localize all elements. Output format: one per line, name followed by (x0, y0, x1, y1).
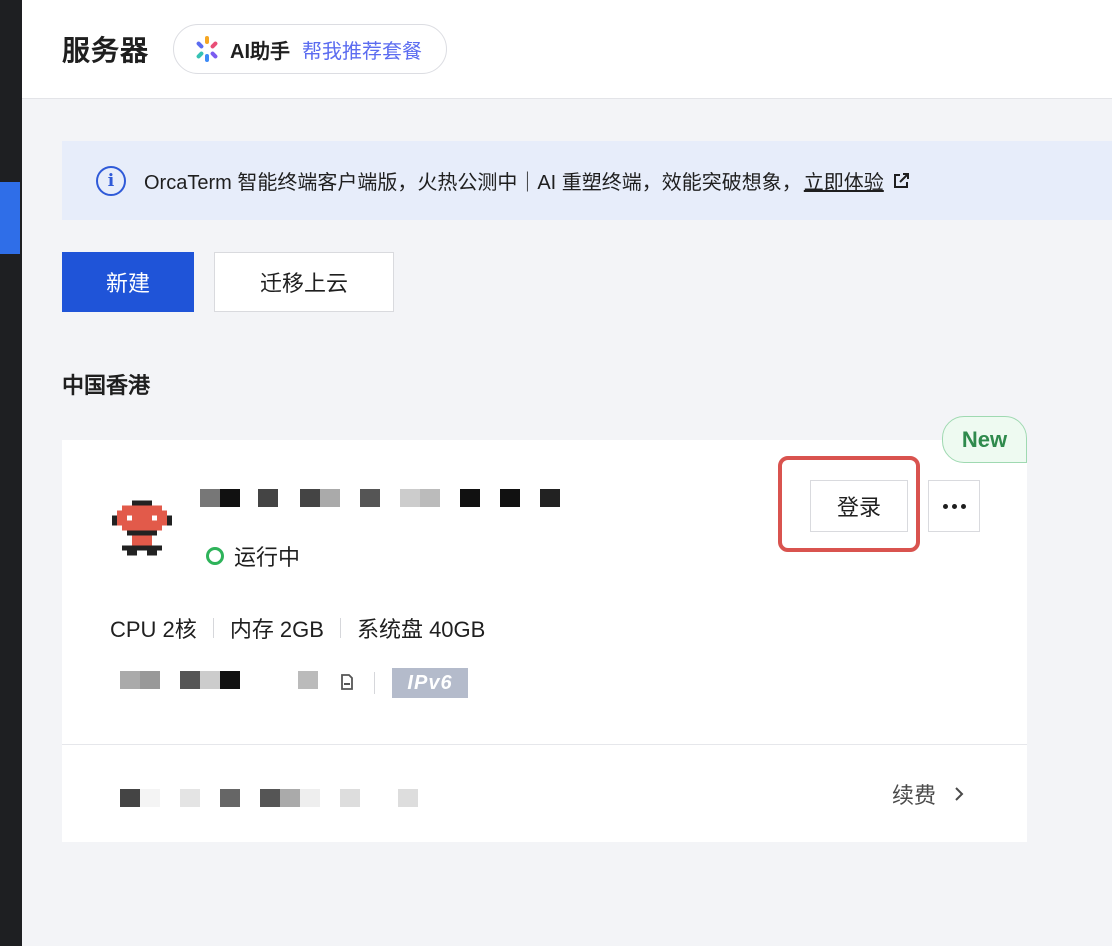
renew-label: 续费 (892, 783, 937, 808)
instance-card[interactable]: New 运行中 登录 CPU 2核 内存 2GB 系统盘 40GB IPv6 续… (62, 416, 1027, 842)
more-dots-icon (942, 503, 948, 509)
migrate-button[interactable]: 迁移上云 (214, 252, 394, 312)
instance-avatar-icon (112, 500, 172, 556)
notice-banner: i OrcaTerm 智能终端客户端版，火热公测中｜AI 重塑终端，效能突破想象… (62, 141, 1112, 220)
notice-text: OrcaTerm 智能终端客户端版，火热公测中｜AI 重塑终端，效能突破想象， (144, 172, 802, 194)
ai-assistant-pill[interactable]: AI助手 帮我推荐套餐 (173, 24, 448, 74)
create-button[interactable]: 新建 (62, 252, 194, 312)
nav-active-indicator[interactable] (0, 182, 20, 254)
more-actions-button[interactable] (928, 480, 980, 532)
left-rail (0, 0, 22, 946)
masked-ip-address (120, 671, 318, 689)
spec-memory: 内存 2GB (229, 617, 324, 642)
ai-sparkle-icon (196, 36, 218, 62)
spec-cpu: CPU 2核 (110, 617, 197, 642)
notice-try-now-link[interactable]: 立即体验 (804, 166, 884, 195)
new-badge: New (942, 416, 1027, 463)
ai-recommend-link[interactable]: 帮我推荐套餐 (302, 35, 422, 64)
page-title: 服务器 (62, 35, 150, 66)
login-button[interactable]: 登录 (810, 480, 908, 532)
masked-instance-name (200, 489, 560, 507)
page-header: 服务器 AI助手 帮我推荐套餐 (22, 0, 1112, 99)
ai-assistant-label: AI助手 (230, 40, 291, 63)
status-text: 运行中 (234, 545, 301, 570)
chevron-right-icon (955, 787, 964, 801)
instance-specs: CPU 2核 内存 2GB 系统盘 40GB (110, 612, 485, 644)
spec-disk: 系统盘 40GB (356, 617, 486, 642)
card-divider (62, 744, 1027, 745)
status-indicator: 运行中 (206, 540, 300, 572)
masked-expiry-info (120, 789, 418, 807)
region-title: 中国香港 (62, 373, 151, 398)
external-link-icon[interactable] (892, 172, 910, 190)
status-dot (206, 547, 224, 565)
renew-link[interactable]: 续费 (892, 778, 966, 810)
ipv6-tag: IPv6 (392, 668, 468, 698)
copy-icon[interactable] (340, 674, 354, 690)
divider (374, 672, 375, 694)
info-icon: i (96, 165, 126, 196)
